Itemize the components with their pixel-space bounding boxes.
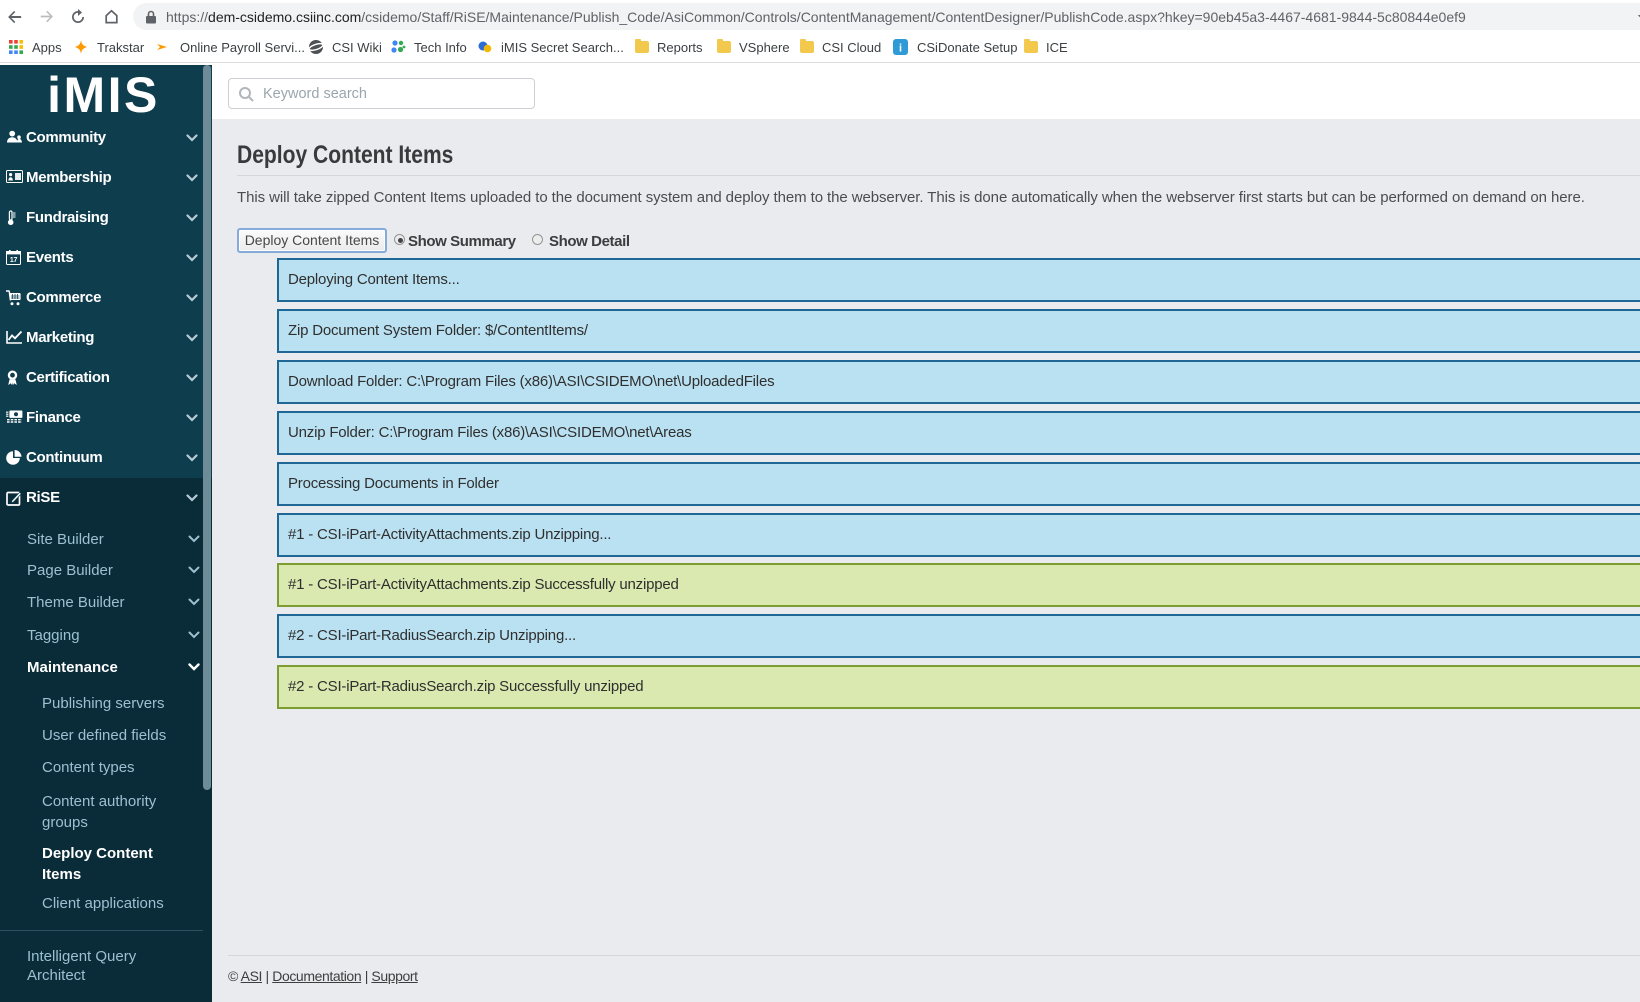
svg-text:17: 17: [10, 257, 18, 264]
svg-text:i: i: [899, 43, 902, 55]
